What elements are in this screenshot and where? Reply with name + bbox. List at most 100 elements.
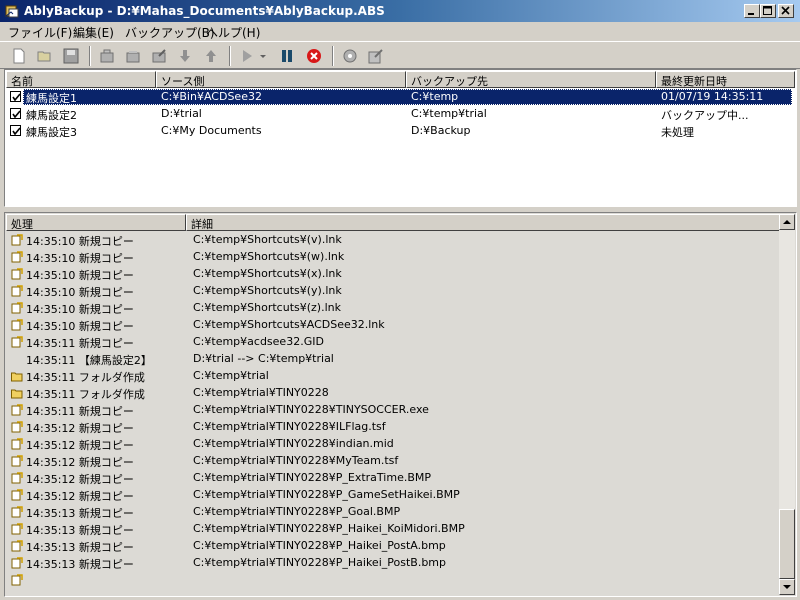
set-row[interactable]: 練馬設定2 D:¥trial C:¥temp¥trial バックアップ中...: [6, 106, 792, 122]
move-up-button[interactable]: [201, 46, 221, 66]
log-row[interactable]: 14:35:11 新規コピー C:¥temp¥acdsee32.GID: [7, 334, 781, 351]
settings-button[interactable]: [340, 46, 360, 66]
log-row[interactable]: 14:35:10 新規コピー C:¥temp¥Shortcuts¥(v).lnk: [7, 232, 781, 249]
column-header-action[interactable]: 処理: [6, 214, 186, 231]
log-row[interactable]: 14:35:13 新規コピー C:¥temp¥trial¥TINY0228¥P_H…: [7, 538, 781, 555]
set-enabled-checkbox[interactable]: [10, 108, 21, 119]
log-action: 14:35:11 新規コピー: [26, 337, 134, 350]
new-copy-icon: [11, 438, 23, 450]
title-bar[interactable]: AblyBackup - D:¥Mahas_Documents¥AblyBack…: [0, 0, 800, 22]
start-dropdown-button[interactable]: [257, 46, 269, 66]
new-copy-icon: [11, 302, 23, 314]
log-row[interactable]: 14:35:11 【練馬設定2】 D:¥trial --> C:¥temp¥tri…: [7, 351, 781, 368]
settings-icon: [343, 49, 357, 63]
new-copy-icon: [11, 285, 23, 297]
edit-set-button[interactable]: [149, 46, 169, 66]
log-detail: D:¥trial --> C:¥temp¥trial: [193, 352, 334, 365]
set-row[interactable]: 練馬設定1 C:¥Bin¥ACDSee32 C:¥temp 01/07/19 1…: [6, 89, 792, 105]
menu-file[interactable]: ファイル(F): [8, 24, 72, 41]
log-row[interactable]: 14:35:10 新規コピー C:¥temp¥Shortcuts¥(z).lnk: [7, 300, 781, 317]
minimize-button[interactable]: [744, 4, 760, 18]
log-row[interactable]: 14:35:12 新規コピー C:¥temp¥trial¥TINY0228¥MyT…: [7, 453, 781, 470]
column-header-source[interactable]: ソース側: [156, 71, 406, 88]
new-copy-icon: [11, 557, 23, 569]
add-item-icon: [126, 51, 140, 63]
log-row[interactable]: 14:35:13 新規コピー C:¥temp¥trial¥TINY0228¥P_H…: [7, 521, 781, 538]
app-icon: [5, 5, 19, 18]
open-folder-icon: [37, 51, 51, 62]
log-row[interactable]: 14:35:12 新規コピー C:¥temp¥trial¥TINY0228¥P_E…: [7, 470, 781, 487]
log-vertical-scrollbar[interactable]: [779, 214, 795, 595]
log-row[interactable]: 14:35:10 新規コピー C:¥temp¥Shortcuts¥(w).lnk: [7, 249, 781, 266]
column-header-name[interactable]: 名前: [6, 71, 156, 88]
scroll-thumb[interactable]: [779, 509, 795, 579]
log-action: 14:35:10 新規コピー: [26, 252, 134, 265]
log-row[interactable]: 14:35:13 新規コピー C:¥temp¥trial¥TINY0228¥P_G…: [7, 504, 781, 521]
menu-edit[interactable]: 編集(E): [73, 24, 114, 41]
close-icon: [781, 6, 790, 15]
dropdown-arrow-icon: [260, 55, 266, 58]
log-action: 14:35:10 新規コピー: [26, 235, 134, 248]
log-detail: C:¥temp¥trial¥TINY0228¥P_Goal.BMP: [193, 505, 401, 518]
set-enabled-checkbox[interactable]: [10, 91, 21, 102]
column-header-destination[interactable]: バックアップ先: [406, 71, 656, 88]
set-source: C:¥My Documents: [161, 124, 262, 137]
log-action: 14:35:10 新規コピー: [26, 269, 134, 282]
play-icon: [243, 50, 252, 62]
log-action: 14:35:11 フォルダ作成: [26, 388, 145, 401]
new-copy-icon: [11, 404, 23, 416]
maximize-icon: [763, 6, 772, 15]
move-down-icon: [180, 50, 190, 62]
set-source: D:¥trial: [161, 107, 202, 120]
log-detail: C:¥temp¥trial¥TINY0228¥P_Haikei_KoiMidor…: [193, 522, 465, 535]
menu-bar: ファイル(F) 編集(E) バックアップ(B) ヘルプ(H): [0, 22, 800, 40]
log-action: 14:35:11 フォルダ作成: [26, 371, 145, 384]
scroll-down-button[interactable]: [779, 579, 795, 595]
close-button[interactable]: [778, 4, 794, 18]
save-button[interactable]: [61, 46, 81, 66]
menu-backup[interactable]: バックアップ(B): [125, 24, 215, 41]
delete-set-button[interactable]: [97, 46, 117, 66]
move-down-button[interactable]: [175, 46, 195, 66]
stop-button[interactable]: [304, 46, 324, 66]
menu-help[interactable]: ヘルプ(H): [206, 24, 260, 41]
start-button[interactable]: [237, 46, 257, 66]
new-copy-icon: [11, 540, 23, 552]
pause-button[interactable]: [277, 46, 297, 66]
open-button[interactable]: [35, 46, 55, 66]
log-detail: C:¥temp¥Shortcuts¥(v).lnk: [193, 233, 342, 246]
set-enabled-checkbox[interactable]: [10, 125, 21, 136]
new-copy-icon: [11, 523, 23, 535]
log-row[interactable]: [7, 572, 781, 589]
log-row[interactable]: 14:35:10 新規コピー C:¥temp¥Shortcuts¥(y).lnk: [7, 283, 781, 300]
log-action: 14:35:13 新規コピー: [26, 507, 134, 520]
backup-log-list[interactable]: 処理 詳細 14:35:10 新規コピー C:¥temp¥Shortcuts¥(v…: [4, 212, 797, 597]
log-row[interactable]: 14:35:12 新規コピー C:¥temp¥trial¥TINY0228¥P_G…: [7, 487, 781, 504]
scroll-up-button[interactable]: [779, 214, 795, 230]
column-header-detail[interactable]: 詳細: [186, 214, 780, 231]
scroll-down-arrow-icon: [783, 585, 791, 589]
log-row[interactable]: 14:35:13 新規コピー C:¥temp¥trial¥TINY0228¥P_H…: [7, 555, 781, 572]
log-row[interactable]: 14:35:11 フォルダ作成 C:¥temp¥trial: [7, 368, 781, 385]
log-row[interactable]: 14:35:11 新規コピー C:¥temp¥trial¥TINY0228¥TIN…: [7, 402, 781, 419]
new-button[interactable]: [9, 46, 29, 66]
log-row[interactable]: 14:35:10 新規コピー C:¥temp¥Shortcuts¥(x).lnk: [7, 266, 781, 283]
add-set-button[interactable]: [123, 46, 143, 66]
column-header-updated[interactable]: 最終更新日時: [656, 71, 795, 88]
scroll-up-arrow-icon: [783, 220, 791, 224]
properties-button[interactable]: [366, 46, 386, 66]
backup-set-list[interactable]: 名前 ソース側 バックアップ先 最終更新日時 練馬設定1 C:¥Bin¥ACDS…: [4, 69, 797, 207]
log-list-header: 処理 詳細: [6, 214, 780, 231]
maximize-button[interactable]: [760, 4, 776, 18]
set-updated: 01/07/19 14:35:11: [661, 90, 764, 103]
set-row[interactable]: 練馬設定3 C:¥My Documents D:¥Backup 未処理: [6, 123, 792, 139]
new-copy-icon: [11, 421, 23, 433]
log-row[interactable]: 14:35:12 新規コピー C:¥temp¥trial¥TINY0228¥ILF…: [7, 419, 781, 436]
log-row[interactable]: 14:35:10 新規コピー C:¥temp¥Shortcuts¥ACDSee32…: [7, 317, 781, 334]
log-row[interactable]: 14:35:12 新規コピー C:¥temp¥trial¥TINY0228¥ind…: [7, 436, 781, 453]
log-row[interactable]: 14:35:11 フォルダ作成 C:¥temp¥trial¥TINY0228: [7, 385, 781, 402]
log-detail: C:¥temp¥trial¥TINY0228¥P_Haikei_PostB.bm…: [193, 556, 446, 569]
save-icon: [63, 48, 79, 64]
log-action: 14:35:13 新規コピー: [26, 524, 134, 537]
log-action: 14:35:12 新規コピー: [26, 473, 134, 486]
